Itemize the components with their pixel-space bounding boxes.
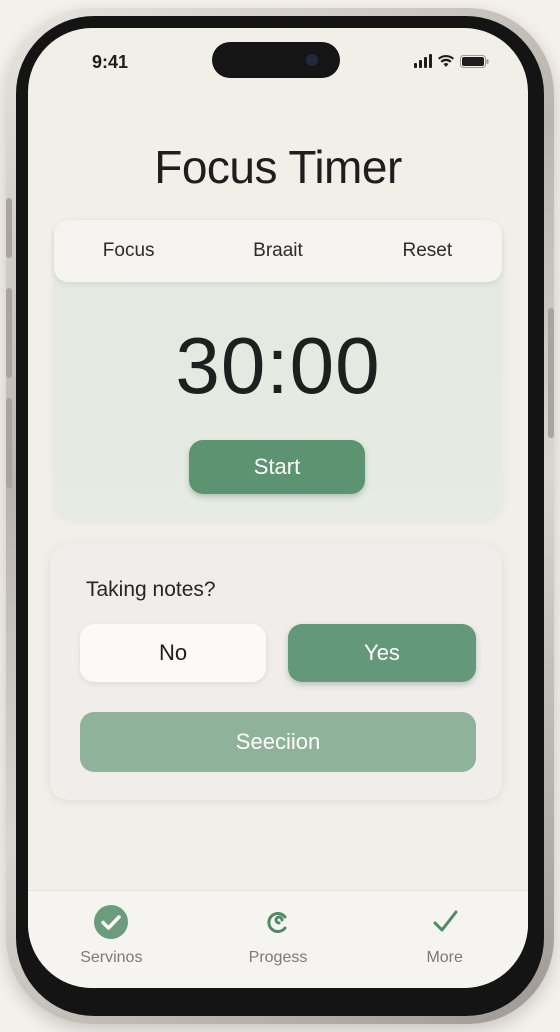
status-icons (414, 54, 490, 68)
app-screen: 9:41 Focus Timer Focus Braait Reset 30:0… (28, 28, 528, 988)
page-title: Focus Timer (154, 141, 402, 193)
start-button[interactable]: Start (189, 440, 365, 494)
timer-display: 30:00 (175, 321, 381, 410)
checkmark-icon (426, 903, 464, 941)
tab-focus[interactable]: Focus (54, 220, 203, 282)
yes-button[interactable]: Yes (288, 624, 476, 682)
session-button[interactable]: Seeciion (80, 712, 476, 772)
wifi-icon (438, 54, 454, 67)
notes-question: Taking notes? (86, 578, 216, 601)
tab-bar-item-more[interactable]: More (361, 891, 528, 988)
swirl-icon (259, 903, 297, 941)
tab-reset[interactable]: Reset (353, 220, 502, 282)
mode-tabs: Focus Braait Reset (54, 220, 502, 282)
volume-up-button (6, 288, 12, 378)
silent-switch (6, 198, 12, 258)
timer-card: Focus Braait Reset 30:00 Start (54, 220, 502, 518)
volume-down-button (6, 398, 12, 488)
status-time: 9:41 (92, 52, 129, 72)
tab-bar-item-progress[interactable]: Progess (195, 891, 362, 988)
signal-icon (414, 54, 432, 68)
bottom-tab-bar: Servinos Progess More (28, 890, 528, 988)
dynamic-island (212, 42, 340, 78)
tab-bar-item-services[interactable]: Servinos (28, 891, 195, 988)
check-circle-icon (92, 903, 130, 941)
status-bar: 9:41 (28, 28, 528, 98)
battery-icon (460, 55, 489, 68)
tab-bar-label: Servinos (80, 949, 143, 966)
tab-bar-label: More (426, 949, 463, 966)
notes-card: Taking notes? No Yes Seeciion (50, 544, 502, 800)
tab-bar-label: Progess (248, 949, 308, 966)
tab-break[interactable]: Braait (203, 220, 352, 282)
no-button[interactable]: No (80, 624, 266, 682)
power-button (548, 308, 554, 438)
camera-icon (306, 54, 318, 66)
